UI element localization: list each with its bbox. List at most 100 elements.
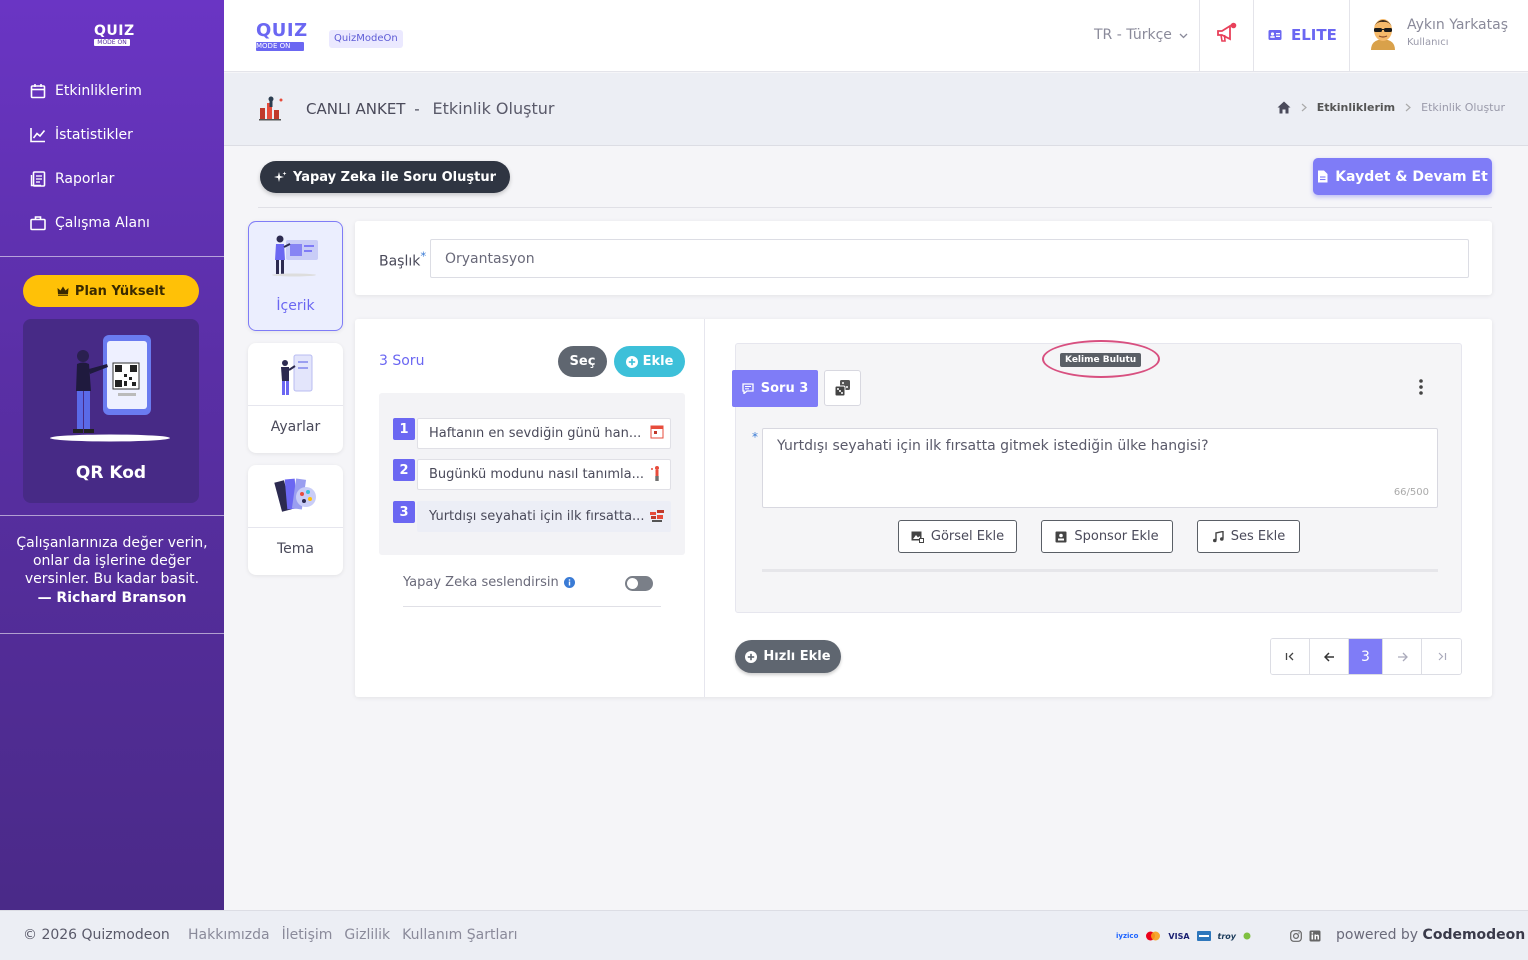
briefcase-icon bbox=[30, 216, 46, 231]
question-title: Haftanın en sevdiğin günü han... bbox=[417, 418, 671, 449]
tab-icerik[interactable]: İçerik bbox=[248, 221, 343, 331]
logo-subtext: MODE ON bbox=[94, 39, 130, 46]
tab-separator bbox=[248, 405, 343, 406]
more-options-icon[interactable] bbox=[1419, 379, 1423, 399]
powered-by[interactable]: powered by Codemodeon bbox=[1336, 927, 1525, 943]
questions-card: 3 Soru Seç Ekle 1 Haftanın en sevdiğin g… bbox=[355, 319, 1492, 697]
page-number[interactable]: 3 bbox=[1349, 639, 1383, 674]
tab-tema[interactable]: Tema bbox=[248, 465, 343, 575]
instagram-icon[interactable] bbox=[1290, 930, 1302, 942]
sidebar: QUIZ MODE ON Etkinliklerim İstatistikler… bbox=[0, 0, 224, 910]
breadcrumb-current: Etkinlik Oluştur bbox=[1421, 101, 1505, 114]
content-illustration bbox=[249, 230, 342, 282]
breadcrumb: Etkinliklerim Etkinlik Oluştur bbox=[1277, 101, 1505, 114]
sidebar-logo[interactable]: QUIZ MODE ON bbox=[94, 23, 135, 48]
info-icon[interactable] bbox=[563, 577, 575, 588]
dice-icon bbox=[834, 380, 850, 397]
sidebar-item-label: İstatistikler bbox=[55, 127, 133, 143]
quick-add-button[interactable]: Hızlı Ekle bbox=[735, 640, 841, 673]
announcement-button[interactable] bbox=[1216, 22, 1238, 48]
quote-block: Çalışanlarınıza değer verin, onlar da iş… bbox=[12, 534, 212, 607]
logo-subtext: MODE ON bbox=[256, 42, 304, 51]
add-question-label: Ekle bbox=[642, 354, 674, 369]
footer-link[interactable]: Gizlilik bbox=[344, 927, 390, 943]
add-audio-button[interactable]: Ses Ekle bbox=[1197, 520, 1300, 553]
question-number: 3 bbox=[393, 501, 415, 523]
id-card-icon bbox=[1268, 30, 1282, 40]
header-logo[interactable]: QUIZ MODE ON bbox=[256, 22, 307, 51]
title-separator: - bbox=[414, 100, 420, 118]
question-text: Yurtdışı seyahati için ilk fırsatta gitm… bbox=[777, 438, 1209, 454]
ai-voice-toggle[interactable] bbox=[625, 576, 653, 591]
required-mark: * bbox=[752, 430, 758, 444]
sparkle-icon bbox=[274, 171, 287, 182]
first-page-icon bbox=[1285, 652, 1294, 661]
list-item[interactable]: 1 Haftanın en sevdiğin günü han... bbox=[393, 416, 671, 450]
footer-link[interactable]: Hakkımızda bbox=[188, 927, 270, 943]
add-audio-label: Ses Ekle bbox=[1230, 529, 1286, 544]
comment-icon bbox=[742, 383, 754, 394]
footer-link[interactable]: Kullanım Şartları bbox=[402, 927, 517, 943]
title-card: Başlık* bbox=[355, 221, 1492, 295]
page-header: CANLI ANKET - Etkinlik Oluştur Etkinlikl… bbox=[224, 73, 1528, 146]
toolbar-divider bbox=[258, 207, 1492, 208]
chevron-right-icon bbox=[1301, 103, 1307, 112]
save-continue-button[interactable]: Kaydet & Devam Et bbox=[1313, 158, 1492, 195]
theme-illustration bbox=[248, 473, 343, 525]
first-page-button[interactable] bbox=[1271, 639, 1310, 674]
list-item[interactable]: 2 Bugünkü modunu nasıl tanımla... bbox=[393, 457, 671, 491]
prev-page-button[interactable] bbox=[1310, 639, 1349, 674]
next-page-button[interactable] bbox=[1383, 639, 1422, 674]
sidebar-divider bbox=[0, 256, 224, 257]
footer-links: Hakkımızda İletişim Gizlilik Kullanım Şa… bbox=[188, 927, 518, 943]
logo-text: QUIZ bbox=[94, 23, 135, 39]
avatar[interactable] bbox=[1368, 16, 1398, 50]
word-cloud-type-icon bbox=[650, 510, 664, 522]
breadcrumb-link[interactable]: Etkinliklerim bbox=[1317, 101, 1395, 114]
save-continue-label: Kaydet & Devam Et bbox=[1335, 168, 1488, 185]
sidebar-item-label: Raporlar bbox=[55, 171, 115, 187]
sidebar-divider bbox=[0, 633, 224, 634]
document-icon bbox=[1318, 170, 1328, 183]
question-textarea[interactable]: Yurtdışı seyahati için ilk fırsatta gitm… bbox=[762, 428, 1438, 508]
question-title: Bugünkü modunu nasıl tanımla... bbox=[417, 459, 671, 490]
last-page-button[interactable] bbox=[1422, 639, 1461, 674]
pagination: 3 bbox=[1270, 638, 1462, 675]
footer-link[interactable]: İletişim bbox=[282, 927, 333, 943]
workspace-badge: QuizModeOn bbox=[329, 30, 403, 48]
qr-code-card[interactable]: QR Kod bbox=[23, 319, 199, 503]
social-links bbox=[1290, 930, 1321, 942]
plan-badge[interactable]: ELITE bbox=[1268, 26, 1337, 44]
quote-text: Çalışanlarınıza değer verin, onlar da iş… bbox=[16, 535, 208, 587]
add-sponsor-button[interactable]: Sponsor Ekle bbox=[1041, 520, 1173, 553]
question-tab[interactable]: Soru 3 bbox=[732, 370, 818, 407]
sidebar-item-istatistikler[interactable]: İstatistikler bbox=[0, 113, 224, 157]
calendar-icon bbox=[30, 84, 46, 99]
sidebar-item-etkinliklerim[interactable]: Etkinliklerim bbox=[0, 69, 224, 113]
add-image-button[interactable]: Görsel Ekle bbox=[898, 520, 1017, 553]
calendar-type-icon bbox=[650, 425, 664, 439]
question-type-badge: Kelime Bulutu bbox=[1060, 353, 1142, 367]
user-name[interactable]: Aykın Yarkataş bbox=[1407, 17, 1508, 33]
mood-type-icon bbox=[651, 466, 659, 481]
title-input[interactable] bbox=[430, 239, 1469, 278]
page-title: CANLI ANKET - Etkinlik Oluştur bbox=[306, 99, 554, 118]
select-button[interactable]: Seç bbox=[558, 346, 607, 377]
sidebar-item-calisma-alani[interactable]: Çalışma Alanı bbox=[0, 201, 224, 245]
add-question-button[interactable]: Ekle bbox=[614, 346, 685, 377]
sidebar-item-raporlar[interactable]: Raporlar bbox=[0, 157, 224, 201]
qr-card-title: QR Kod bbox=[75, 463, 147, 483]
list-item[interactable]: 3 Yurtdışı seyahati için ilk fırsatta... bbox=[393, 499, 671, 533]
chevron-down-icon bbox=[1179, 33, 1188, 39]
live-poll-icon bbox=[258, 95, 286, 125]
sidebar-divider bbox=[0, 515, 224, 516]
tab-ayarlar[interactable]: Ayarlar bbox=[248, 343, 343, 453]
ai-generate-button[interactable]: Yapay Zeka ile Soru Oluştur bbox=[260, 161, 510, 193]
random-question-button[interactable] bbox=[824, 370, 861, 406]
language-selector[interactable]: TR - Türkçe bbox=[1094, 27, 1188, 43]
music-note-icon bbox=[1212, 530, 1224, 542]
add-image-label: Görsel Ekle bbox=[930, 529, 1005, 544]
home-icon[interactable] bbox=[1277, 101, 1291, 114]
linkedin-icon[interactable] bbox=[1309, 930, 1321, 942]
upgrade-plan-button[interactable]: Plan Yükselt bbox=[23, 275, 199, 307]
